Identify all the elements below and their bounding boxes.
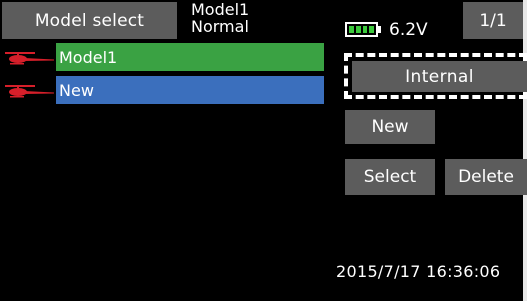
model-list-item[interactable]: New (0, 76, 324, 104)
new-model-button[interactable]: New (345, 110, 435, 144)
model-list-item[interactable]: Model1 (0, 43, 324, 71)
current-condition: Normal (191, 17, 249, 36)
screen-title[interactable]: Model select (2, 2, 177, 39)
battery-cells (349, 26, 374, 33)
battery-cell (362, 26, 368, 33)
battery-body (345, 22, 378, 37)
select-model-button[interactable]: Select (345, 159, 435, 195)
current-model-name: Model1 (191, 0, 250, 19)
model-select-screen: Model select Model1 Normal 6.2V 1/1 Mode… (0, 0, 527, 301)
battery-voltage: 6.2V (389, 20, 428, 40)
model-list-item-label: New (56, 76, 324, 104)
battery-tip (378, 26, 381, 33)
helicopter-icon (5, 52, 54, 65)
battery-cell (355, 26, 361, 33)
datetime-display: 2015/7/17 16:36:06 (336, 262, 501, 281)
battery-cell (349, 26, 354, 33)
storage-internal-button[interactable]: Internal (352, 61, 527, 92)
delete-model-button[interactable]: Delete (445, 159, 527, 195)
page-indicator: 1/1 (463, 2, 523, 39)
helicopter-icon (5, 85, 54, 98)
battery-icon (345, 22, 382, 37)
battery-cell (369, 26, 374, 33)
model-list-item-label: Model1 (56, 43, 324, 71)
